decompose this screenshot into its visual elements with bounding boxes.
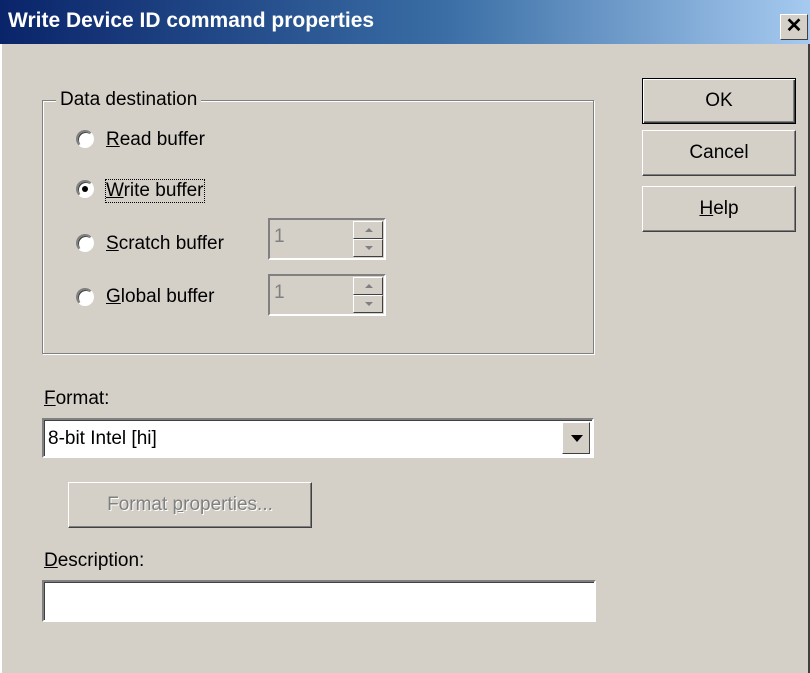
window-left-edge — [0, 44, 2, 673]
scratch-buffer-value: 1 — [274, 226, 285, 247]
help-button-label: Help — [699, 198, 739, 219]
global-buffer-radio[interactable] — [76, 288, 94, 306]
global-buffer-label[interactable]: Global buffer — [106, 286, 214, 308]
ok-button[interactable]: OK — [642, 78, 796, 124]
read-buffer-radio[interactable] — [76, 130, 94, 148]
spin-down-button — [353, 295, 383, 313]
format-selected-value: 8-bit Intel [hi] — [48, 428, 157, 449]
scratch-buffer-radio[interactable] — [76, 234, 94, 252]
spin-up-button — [353, 277, 383, 295]
scratch-buffer-spinner: 1 — [268, 218, 386, 260]
read-buffer-label[interactable]: Read buffer — [106, 129, 205, 151]
arrow-down-icon — [365, 246, 373, 250]
cancel-button-label: Cancel — [689, 142, 749, 163]
title-bar: Write Device ID command properties ✕ — [0, 0, 810, 44]
spin-down-button — [353, 239, 383, 257]
arrow-up-icon — [365, 284, 373, 288]
close-icon: ✕ — [785, 15, 803, 37]
global-buffer-spinner: 1 — [268, 274, 386, 316]
window-title: Write Device ID command properties — [8, 9, 375, 32]
data-destination-label: Data destination — [56, 89, 202, 111]
write-buffer-radio[interactable] — [76, 180, 94, 198]
spinner-buttons — [353, 221, 383, 257]
scratch-buffer-label[interactable]: Scratch buffer — [106, 233, 224, 255]
format-dropdown-button[interactable] — [562, 422, 590, 454]
format-properties-label: Format properties... — [107, 494, 273, 515]
write-buffer-label[interactable]: Write buffer — [105, 179, 205, 203]
global-buffer-value: 1 — [274, 282, 285, 303]
help-button[interactable]: Help — [642, 186, 796, 232]
chevron-down-icon — [571, 435, 583, 442]
ok-button-label: OK — [705, 90, 733, 111]
format-properties-button: Format properties... — [68, 482, 312, 528]
format-label: Format: — [44, 388, 110, 409]
description-label: Description: — [44, 550, 145, 571]
radio-selected-dot — [82, 186, 88, 192]
cancel-button[interactable]: Cancel — [642, 130, 796, 176]
spin-up-button — [353, 221, 383, 239]
spinner-buttons — [353, 277, 383, 313]
arrow-down-icon — [365, 302, 373, 306]
description-input[interactable] — [42, 580, 596, 622]
arrow-up-icon — [365, 228, 373, 232]
close-button[interactable]: ✕ — [780, 14, 808, 40]
format-dropdown[interactable]: 8-bit Intel [hi] — [42, 418, 594, 458]
